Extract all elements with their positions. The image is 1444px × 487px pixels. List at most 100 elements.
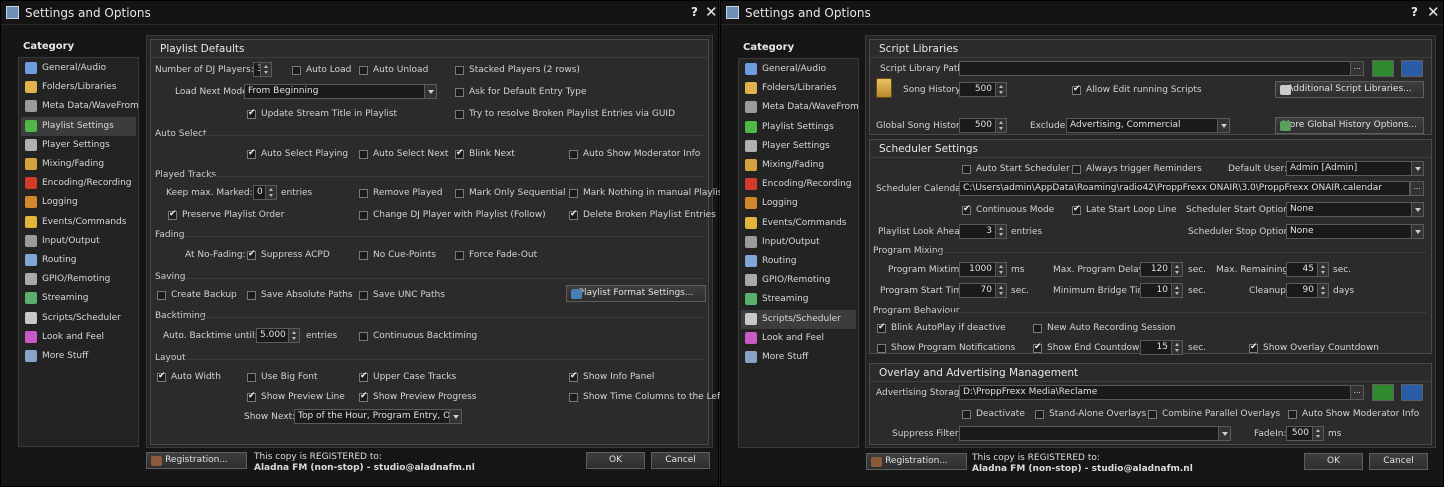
sidebar-item-input-output[interactable]: Input/Output (21, 232, 136, 251)
sidebar-item-routing[interactable]: Routing (21, 251, 136, 270)
sidebar-item-input-output[interactable]: Input/Output (741, 233, 856, 252)
chevron-down-icon[interactable] (1217, 119, 1229, 132)
spin-icon[interactable] (260, 63, 271, 76)
sidebar-item-streaming[interactable]: Streaming (21, 289, 136, 308)
look-ahead-stepper[interactable]: 3 (959, 224, 1007, 239)
num-dj-stepper[interactable]: 3 (253, 62, 272, 77)
auto-load-checkbox[interactable]: Auto Load (292, 65, 351, 77)
chevron-down-icon[interactable] (449, 410, 461, 423)
sidebar-item-folders-libraries[interactable]: Folders/Libraries (21, 78, 136, 97)
sidebar-item-mixing-fading[interactable]: Mixing/Fading (741, 156, 856, 175)
cancel-button[interactable]: Cancel (1369, 453, 1428, 470)
additional-libraries-button[interactable]: Additional Script Libraries... (1275, 81, 1424, 98)
playlist-format-settings-button[interactable]: Playlist Format Settings... (566, 285, 706, 302)
browse-icon[interactable]: ... (1350, 61, 1364, 76)
browse-icon[interactable]: ... (1410, 181, 1424, 196)
sidebar-item-general-audio[interactable]: General/Audio (741, 60, 856, 79)
update-stream-title-checkbox[interactable]: Update Stream Title in Playlist (247, 108, 397, 121)
library-path-field[interactable] (959, 61, 1356, 76)
refresh-icon[interactable] (1372, 384, 1394, 401)
sidebar-item-events-commands[interactable]: Events/Commands (741, 214, 856, 233)
show-preview-progress-checkbox[interactable]: Show Preview Progress (359, 391, 476, 404)
deactivate-checkbox[interactable]: Deactivate (962, 409, 1025, 421)
refresh-icon[interactable] (1372, 60, 1394, 77)
chevron-down-icon[interactable] (1411, 162, 1423, 175)
show-end-countdown-checkbox[interactable]: Show End Countdown (1033, 342, 1145, 355)
no-cue-points-checkbox[interactable]: No Cue-Points (359, 250, 436, 262)
auto-width-checkbox[interactable]: Auto Width (157, 371, 221, 384)
close-icon[interactable]: ✕ (705, 3, 718, 21)
ok-button[interactable]: OK (1304, 453, 1363, 470)
spin-icon[interactable] (1317, 263, 1328, 276)
fadein-stepper[interactable]: 500 (1286, 426, 1324, 441)
save-unc-checkbox[interactable]: Save UNC Paths (359, 290, 445, 302)
default-user-select[interactable]: Admin [Admin] (1286, 161, 1424, 176)
spin-icon[interactable] (1317, 284, 1328, 297)
sidebar-item-general-audio[interactable]: General/Audio (21, 59, 136, 78)
cleanup-stepper[interactable]: 90 (1286, 283, 1329, 298)
keep-marked-stepper[interactable]: 0 (253, 185, 277, 200)
auto-unload-checkbox[interactable]: Auto Unload (359, 65, 428, 77)
sidebar-item-logging[interactable]: Logging (741, 194, 856, 213)
show-time-columns-checkbox[interactable]: Show Time Columns to the Left (569, 392, 724, 404)
sidebar-item-logging[interactable]: Logging (21, 193, 136, 212)
sidebar-item-more-stuff[interactable]: More Stuff (741, 348, 856, 367)
browse-icon[interactable]: ... (1350, 385, 1364, 400)
start-time-stepper[interactable]: 70 (959, 283, 1007, 298)
mark-only-sequential-checkbox[interactable]: Mark Only Sequential (455, 188, 565, 200)
spin-icon[interactable] (995, 263, 1006, 276)
chevron-down-icon[interactable] (424, 85, 436, 98)
sidebar-item-look-and-feel[interactable]: Look and Feel (21, 328, 136, 347)
max-remaining-stepper[interactable]: 45 (1286, 262, 1329, 277)
chevron-down-icon[interactable] (1411, 225, 1423, 238)
auto-start-checkbox[interactable]: Auto Start Scheduler (962, 164, 1070, 176)
suppress-filter-select[interactable] (959, 426, 1231, 441)
spin-icon[interactable] (1312, 427, 1323, 440)
load-next-select[interactable]: From Beginning (244, 84, 437, 99)
save-absolute-checkbox[interactable]: Save Absolute Paths (247, 290, 353, 302)
end-countdown-stepper[interactable]: 15 (1140, 340, 1183, 355)
preserve-order-checkbox[interactable]: Preserve Playlist Order (168, 209, 284, 222)
mixtime-stepper[interactable]: 1000 (959, 262, 1007, 277)
show-overlay-countdown-checkbox[interactable]: Show Overlay Countdown (1249, 342, 1379, 355)
sidebar-item-playlist-settings[interactable]: Playlist Settings (21, 116, 136, 136)
sidebar-item-look-and-feel[interactable]: Look and Feel (741, 329, 856, 348)
ad-storage-field[interactable]: D:\ProppFrexx Media\Reclame (959, 385, 1356, 400)
help-icon[interactable]: ? (1411, 5, 1418, 19)
sidebar-item-routing[interactable]: Routing (741, 252, 856, 271)
exclude-select[interactable]: Advertising, Commercial (1066, 118, 1230, 133)
blink-next-checkbox[interactable]: Blink Next (455, 148, 515, 161)
sidebar-item-more-stuff[interactable]: More Stuff (21, 347, 136, 366)
sidebar-item-playlist-settings[interactable]: Playlist Settings (741, 118, 856, 137)
calendar-field[interactable]: C:\Users\admin\AppData\Roaming\radio42\P… (959, 181, 1410, 196)
sidebar-item-player-settings[interactable]: Player Settings (21, 136, 136, 155)
show-notifications-checkbox[interactable]: Show Program Notifications (877, 343, 1015, 355)
sidebar-item-mixing-fading[interactable]: Mixing/Fading (21, 155, 136, 174)
close-icon[interactable]: ✕ (1427, 3, 1440, 21)
sidebar-item-streaming[interactable]: Streaming (741, 290, 856, 309)
show-preview-line-checkbox[interactable]: Show Preview Line (247, 391, 345, 404)
chevron-down-icon[interactable] (1411, 203, 1423, 216)
sidebar-item-gpio-remoting[interactable]: GPIO/Remoting (21, 270, 136, 289)
ask-default-checkbox[interactable]: Ask for Default Entry Type (455, 87, 586, 99)
sidebar-item-scripts-scheduler[interactable]: Scripts/Scheduler (741, 309, 856, 329)
delete-broken-checkbox[interactable]: Delete Broken Playlist Entries (569, 209, 716, 222)
spin-icon[interactable] (288, 329, 299, 342)
show-info-panel-checkbox[interactable]: Show Info Panel (569, 371, 654, 384)
sidebar-item-player-settings[interactable]: Player Settings (741, 137, 856, 156)
help-icon[interactable]: ? (691, 5, 698, 19)
spin-icon[interactable] (995, 83, 1006, 96)
start-options-select[interactable]: None (1286, 202, 1424, 217)
global-history-stepper[interactable]: 500 (959, 118, 1007, 133)
continuous-mode-checkbox[interactable]: Continuous Mode (962, 204, 1054, 217)
song-history-stepper[interactable]: 500 (959, 82, 1007, 97)
spin-icon[interactable] (1171, 263, 1182, 276)
spin-icon[interactable] (995, 284, 1006, 297)
sidebar-item-encoding-recording[interactable]: Encoding/Recording (741, 175, 856, 194)
auto-select-next-checkbox[interactable]: Auto Select Next (359, 149, 448, 161)
blink-autoplay-checkbox[interactable]: Blink AutoPlay if deactive (877, 322, 1006, 335)
resolve-broken-checkbox[interactable]: Try to resolve Broken Playlist Entries v… (455, 109, 675, 121)
suppress-acpd-checkbox[interactable]: Suppress ACPD (247, 249, 330, 262)
upper-case-checkbox[interactable]: Upper Case Tracks (359, 371, 456, 384)
sidebar-item-encoding-recording[interactable]: Encoding/Recording (21, 174, 136, 193)
